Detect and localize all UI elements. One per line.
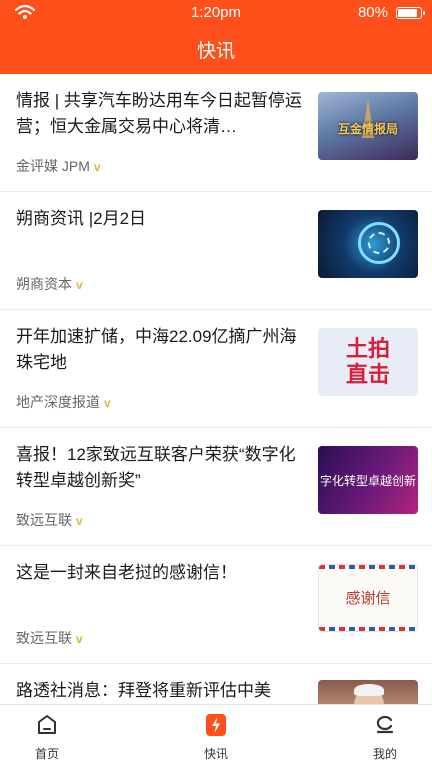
- news-source: 金评媒 JPM v: [16, 156, 101, 176]
- news-source: 地产深度报道 v: [16, 392, 111, 412]
- thumbnail-caption: 感谢信: [345, 590, 391, 607]
- source-name: 金评媒 JPM: [16, 158, 90, 174]
- news-item[interactable]: 情报 | 共享汽车盼达用车今日起暂停运营；恒大金属交易中心将清… 金评媒 JPM…: [0, 74, 432, 192]
- app-header: 1:20pm 80% 快讯: [0, 0, 432, 74]
- news-item[interactable]: 路透社消息：拜登将重新评估中美: [0, 664, 432, 704]
- news-thumbnail[interactable]: 互金情报局: [318, 92, 418, 160]
- profile-icon: [376, 715, 394, 734]
- news-thumbnail[interactable]: [318, 680, 418, 704]
- tab-profile-label: 我的: [372, 747, 397, 761]
- tab-flash-news[interactable]: 快讯: [171, 705, 261, 769]
- verified-badge-icon: v: [104, 396, 111, 410]
- battery-percentage: 80%: [357, 4, 388, 21]
- news-item[interactable]: 这是一封来自老挝的感谢信！ 致远互联 v 感谢信: [0, 546, 432, 664]
- news-headline[interactable]: 情报 | 共享汽车盼达用车今日起暂停运营；恒大金属交易中心将清…: [16, 88, 302, 140]
- news-thumbnail[interactable]: 感谢信: [318, 564, 418, 632]
- news-source: 致远互联 v: [16, 510, 83, 530]
- news-headline[interactable]: 朔商资讯 |2月2日: [16, 206, 302, 232]
- bottom-tab-bar: 首页 快讯 我的: [0, 704, 432, 768]
- source-name: 致远互联: [16, 512, 72, 528]
- news-item[interactable]: 喜报！12家致远互联客户荣获“数字化转型卓越创新奖” 致远互联 v 字化转型卓越创…: [0, 428, 432, 546]
- news-item[interactable]: 朔商资讯 |2月2日 朔商资本 v: [0, 192, 432, 310]
- news-headline[interactable]: 路透社消息：拜登将重新评估中美: [16, 678, 302, 704]
- thumbnail-caption-top: 土拍: [345, 336, 390, 361]
- thumbnail-caption: 互金情报局: [337, 122, 398, 136]
- verified-badge-icon: v: [76, 514, 83, 528]
- home-icon: [38, 715, 56, 734]
- news-headline[interactable]: 喜报！12家致远互联客户荣获“数字化转型卓越创新奖”: [16, 442, 302, 494]
- news-headline[interactable]: 这是一封来自老挝的感谢信！: [16, 560, 302, 586]
- news-thumbnail[interactable]: 字化转型卓越创新: [318, 446, 418, 514]
- source-name: 致远互联: [16, 630, 72, 646]
- news-source: 朔商资本 v: [16, 274, 83, 294]
- page-title: 快讯: [196, 41, 235, 62]
- verified-badge-icon: v: [76, 632, 83, 646]
- verified-badge-icon: v: [76, 278, 83, 292]
- news-headline[interactable]: 开年加速扩储，中海22.09亿摘广州海珠宅地: [16, 324, 302, 376]
- tech-ring-inner-graphic: [368, 232, 390, 254]
- tab-home[interactable]: 首页: [2, 705, 92, 769]
- tab-home-label: 首页: [34, 747, 59, 761]
- tab-flash-news-label: 快讯: [203, 747, 228, 761]
- news-thumbnail[interactable]: 土拍 直击: [318, 328, 418, 396]
- tab-profile[interactable]: 我的: [340, 705, 430, 769]
- airmail-stripe: [319, 627, 417, 631]
- portrait-hair-graphic: [354, 684, 384, 696]
- thumbnail-caption: 字化转型卓越创新: [319, 474, 416, 488]
- battery-icon: [396, 7, 425, 19]
- verified-badge-icon: v: [93, 160, 101, 174]
- source-name: 地产深度报道: [16, 394, 100, 410]
- news-feed[interactable]: 情报 | 共享汽车盼达用车今日起暂停运营；恒大金属交易中心将清… 金评媒 JPM…: [0, 74, 432, 704]
- source-name: 朔商资本: [16, 276, 72, 292]
- status-bar: 1:20pm 80%: [0, 0, 432, 26]
- news-thumbnail[interactable]: [318, 210, 418, 278]
- thumbnail-caption-bottom: 直击: [345, 362, 390, 387]
- news-source: 致远互联 v: [16, 628, 83, 648]
- airmail-stripe: [319, 565, 417, 569]
- news-item[interactable]: 开年加速扩储，中海22.09亿摘广州海珠宅地 地产深度报道 v 土拍 直击: [0, 310, 432, 428]
- flash-news-icon: [206, 714, 226, 736]
